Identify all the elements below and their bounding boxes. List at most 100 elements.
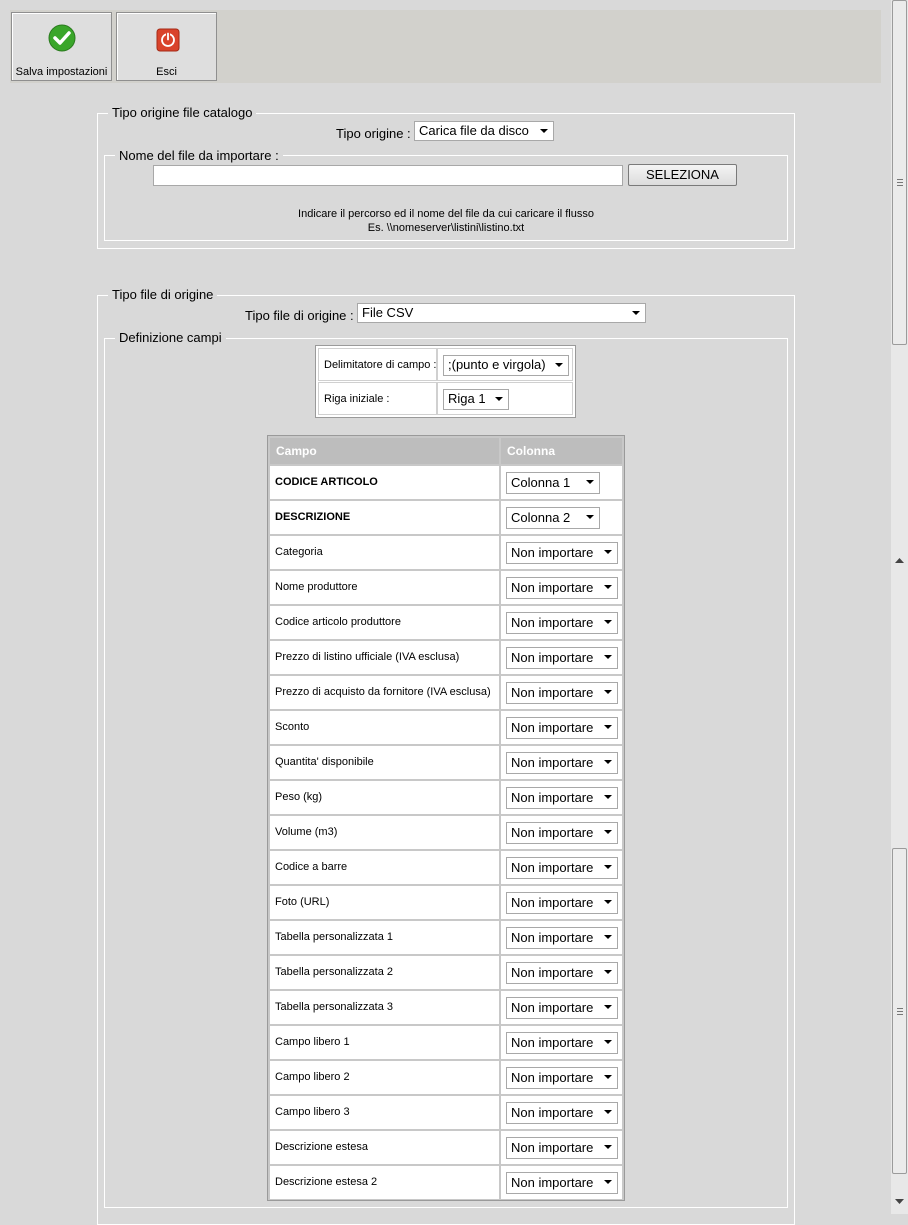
table-row: Descrizione estesa Non importare	[270, 1131, 622, 1164]
chevron-down-icon	[604, 550, 612, 554]
save-button[interactable]: Salva impostazioni	[11, 12, 112, 81]
column-select[interactable]: Colonna 2	[506, 507, 600, 529]
field-name: Tabella personalizzata 3	[270, 991, 499, 1024]
field-name: Tabella personalizzata 1	[270, 921, 499, 954]
column-select[interactable]: Non importare	[506, 577, 618, 599]
table-row: Prezzo di listino ufficiale (IVA esclusa…	[270, 641, 622, 674]
column-cell: Non importare	[501, 1061, 622, 1094]
exit-button[interactable]: Esci	[116, 12, 217, 81]
origin-type-label: Tipo origine :	[336, 126, 411, 141]
file-path-input[interactable]	[153, 165, 623, 186]
select-file-button[interactable]: SELEZIONA	[628, 164, 737, 186]
table-row: Tabella personalizzata 2 Non importare	[270, 956, 622, 989]
chevron-down-icon	[604, 620, 612, 624]
chevron-down-icon	[604, 795, 612, 799]
column-select-value: Non importare	[511, 860, 594, 875]
table-row: Volume (m3) Non importare	[270, 816, 622, 849]
filetype-legend: Tipo file di origine	[108, 287, 218, 302]
column-select-value: Non importare	[511, 545, 594, 560]
vertical-scrollbar[interactable]	[891, 0, 908, 1214]
filetype-select[interactable]: File CSV	[357, 303, 646, 323]
column-select[interactable]: Non importare	[506, 1172, 618, 1194]
power-icon	[156, 28, 180, 52]
field-name: CODICE ARTICOLO	[270, 466, 499, 499]
start-row-select[interactable]: Riga 1	[443, 389, 509, 410]
column-select-value: Non importare	[511, 650, 594, 665]
column-cell: Non importare	[501, 711, 622, 744]
field-name: Nome produttore	[270, 571, 499, 604]
table-row: Prezzo di acquisto da fornitore (IVA esc…	[270, 676, 622, 709]
scroll-up-arrow-icon[interactable]	[895, 558, 904, 564]
column-select[interactable]: Non importare	[506, 1067, 618, 1089]
column-select[interactable]: Non importare	[506, 612, 618, 634]
origin-type-value: Carica file da disco	[419, 123, 529, 138]
column-select-value: Non importare	[511, 615, 594, 630]
column-select-value: Non importare	[511, 825, 594, 840]
chevron-down-icon	[604, 1005, 612, 1009]
field-name: Campo libero 1	[270, 1026, 499, 1059]
column-select[interactable]: Non importare	[506, 927, 618, 949]
field-name: Tabella personalizzata 2	[270, 956, 499, 989]
table-row: Campo libero 1 Non importare	[270, 1026, 622, 1059]
column-select[interactable]: Non importare	[506, 1032, 618, 1054]
file-example: Es. \\nomeserver\listini\listino.txt	[367, 222, 525, 234]
toolbar: Salva impostazioni Esci	[10, 10, 881, 83]
column-cell: Non importare	[501, 571, 622, 604]
column-select-value: Non importare	[511, 790, 594, 805]
column-select[interactable]: Non importare	[506, 1102, 618, 1124]
column-select[interactable]: Non importare	[506, 647, 618, 669]
column-cell: Non importare	[501, 746, 622, 779]
column-cell: Colonna 1	[501, 466, 622, 499]
column-select-value: Non importare	[511, 1000, 594, 1015]
column-select-value: Non importare	[511, 1070, 594, 1085]
column-select-value: Non importare	[511, 895, 594, 910]
column-select[interactable]: Non importare	[506, 997, 618, 1019]
scrollbar-thumb-bottom[interactable]	[892, 848, 907, 1174]
column-select[interactable]: Non importare	[506, 542, 618, 564]
column-select[interactable]: Non importare	[506, 787, 618, 809]
field-name: DESCRIZIONE	[270, 501, 499, 534]
scrollbar-thumb-top[interactable]	[892, 0, 907, 345]
table-row: Nome produttore Non importare	[270, 571, 622, 604]
column-select[interactable]: Non importare	[506, 822, 618, 844]
origin-type-select[interactable]: Carica file da disco	[414, 121, 554, 141]
chevron-down-icon	[604, 585, 612, 589]
table-row: DESCRIZIONE Colonna 2	[270, 501, 622, 534]
column-header-campo: Campo	[270, 438, 499, 464]
scroll-down-arrow-icon[interactable]	[895, 1199, 904, 1205]
column-select[interactable]: Non importare	[506, 717, 618, 739]
filetype-label: Tipo file di origine :	[245, 308, 354, 323]
table-row: Sconto Non importare	[270, 711, 622, 744]
column-select[interactable]: Non importare	[506, 892, 618, 914]
chevron-down-icon	[604, 900, 612, 904]
chevron-down-icon	[586, 515, 594, 519]
column-select-value: Non importare	[511, 720, 594, 735]
file-legend: Nome del file da importare :	[115, 148, 283, 163]
table-row: CODICE ARTICOLO Colonna 1	[270, 466, 622, 499]
column-select[interactable]: Non importare	[506, 1137, 618, 1159]
chevron-down-icon	[604, 970, 612, 974]
delimiter-select[interactable]: ;(punto e virgola)	[443, 355, 569, 376]
column-select[interactable]: Colonna 1	[506, 472, 600, 494]
column-select[interactable]: Non importare	[506, 857, 618, 879]
chevron-down-icon	[555, 363, 563, 367]
field-mapping-table: Campo Colonna CODICE ARTICOLO Colonna 1 DE…	[267, 435, 625, 1201]
field-name: Prezzo di acquisto da fornitore (IVA esc…	[270, 676, 499, 709]
delimiter-value: ;(punto e virgola)	[448, 357, 546, 372]
column-cell: Non importare	[501, 1166, 622, 1199]
delimiter-label-cell: Delimitatore di campo :	[318, 348, 437, 381]
start-row-label-cell: Riga iniziale :	[318, 382, 437, 415]
column-select-value: Colonna 2	[511, 510, 571, 525]
chevron-down-icon	[604, 830, 612, 834]
column-select[interactable]: Non importare	[506, 682, 618, 704]
column-select-value: Non importare	[511, 1140, 594, 1155]
field-name: Categoria	[270, 536, 499, 569]
column-select[interactable]: Non importare	[506, 752, 618, 774]
column-select[interactable]: Non importare	[506, 962, 618, 984]
column-select-value: Non importare	[511, 685, 594, 700]
table-row: Descrizione estesa 2 Non importare	[270, 1166, 622, 1199]
field-name: Quantita' disponibile	[270, 746, 499, 779]
chevron-down-icon	[604, 1040, 612, 1044]
chevron-down-icon	[586, 480, 594, 484]
start-row-value: Riga 1	[448, 391, 486, 406]
